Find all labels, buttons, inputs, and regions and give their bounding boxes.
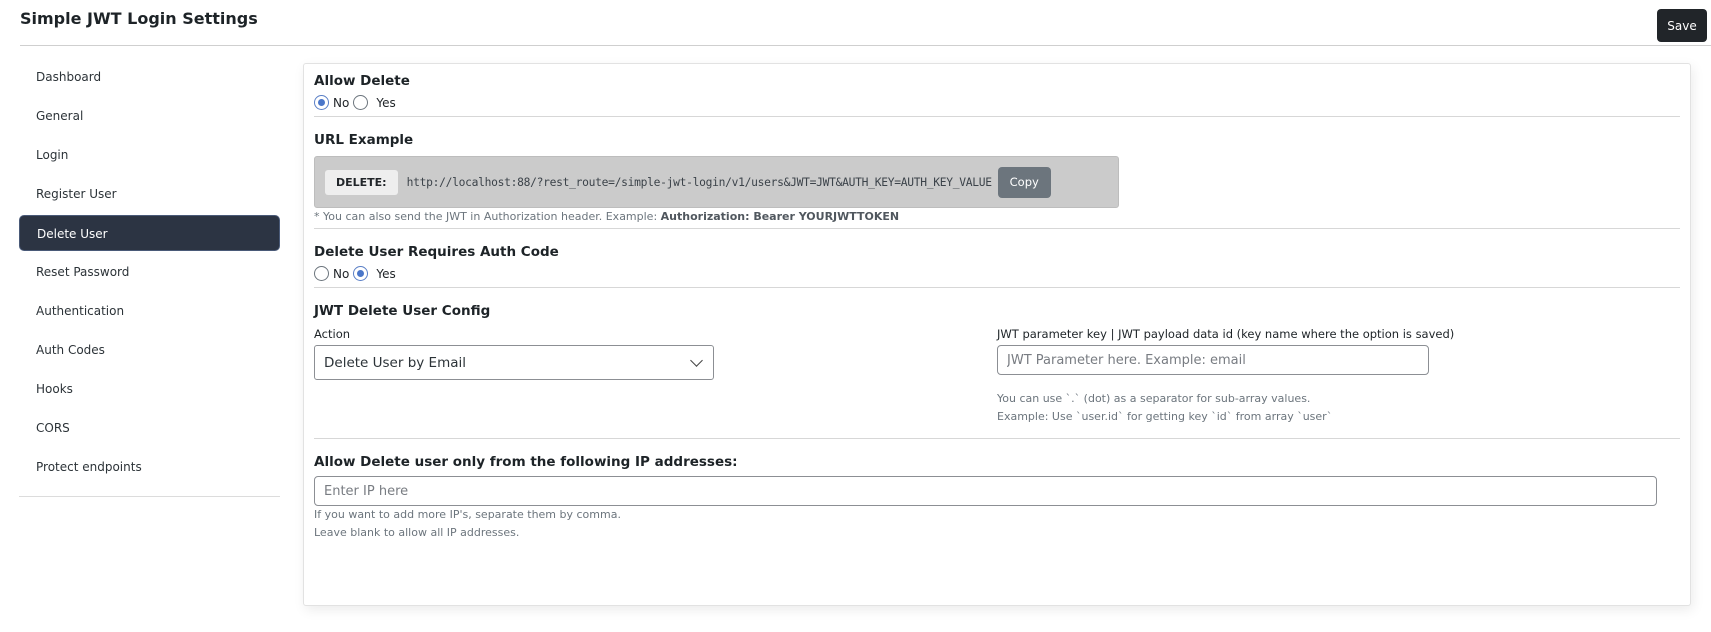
- allow-delete-yes-radio[interactable]: [353, 95, 369, 110]
- top-bar: Simple JWT Login Settings Save: [20, 0, 1711, 46]
- ip-help-line-2: Leave blank to allow all IP addresses.: [314, 526, 520, 539]
- allow-delete-section: Allow Delete No Yes: [314, 73, 1680, 110]
- action-select-value: Delete User by Email: [324, 354, 467, 371]
- sidebar-item-delete-user[interactable]: Delete User: [19, 215, 280, 251]
- config-row: Action Delete User by Email JWT paramete…: [314, 327, 1680, 426]
- sidebar-nav: Dashboard General Login Register User De…: [19, 59, 280, 497]
- jwt-key-label: JWT parameter key | JWT payload data id …: [997, 327, 1455, 341]
- sidebar-item-login[interactable]: Login: [19, 137, 280, 173]
- jwt-config-title: JWT Delete User Config: [314, 303, 491, 319]
- jwt-config-section: JWT Delete User Config Action Delete Use…: [314, 303, 1680, 426]
- requires-auth-code-yes-label: Yes: [376, 266, 396, 281]
- divider: [314, 287, 1680, 288]
- page-title: Simple JWT Login Settings: [20, 9, 258, 28]
- copy-url-button[interactable]: Copy: [997, 166, 1051, 198]
- sidebar-item-protect-endpoints[interactable]: Protect endpoints: [19, 449, 280, 485]
- allow-delete-no-radio[interactable]: [314, 95, 329, 110]
- http-method-badge: DELETE:: [325, 169, 398, 195]
- jwt-key-column: JWT parameter key | JWT payload data id …: [997, 327, 1454, 426]
- sidebar-item-reset-password[interactable]: Reset Password: [19, 254, 280, 290]
- sidebar-item-dashboard[interactable]: Dashboard: [19, 59, 280, 95]
- requires-auth-code-no-label: No: [333, 266, 350, 281]
- divider: [314, 438, 1680, 439]
- ip-restriction-title: Allow Delete user only from the followin…: [314, 454, 738, 470]
- url-example-title: URL Example: [314, 132, 414, 148]
- allow-delete-title: Allow Delete: [314, 73, 410, 89]
- requires-auth-code-no-radio[interactable]: [314, 266, 329, 281]
- url-example-box: DELETE: http://localhost:88/?rest_route=…: [314, 156, 1119, 208]
- jwt-key-input[interactable]: [997, 345, 1429, 375]
- hint-text: * You can also send the JWT in Authoriza…: [314, 210, 661, 223]
- requires-auth-code-title: Delete User Requires Auth Code: [314, 244, 559, 260]
- sidebar-item-register-user[interactable]: Register User: [19, 176, 280, 212]
- allow-delete-radio-group: No Yes: [314, 95, 1680, 110]
- requires-auth-code-section: Delete User Requires Auth Code No Yes: [314, 244, 1680, 281]
- ip-help-line-1: If you want to add more IP's, separate t…: [314, 508, 621, 521]
- hint-example: Authorization: Bearer YOURJWTTOKEN: [660, 210, 900, 223]
- requires-auth-code-yes-radio[interactable]: [353, 266, 369, 281]
- jwt-key-help: You can use `.` (dot) as a separator for…: [997, 390, 1454, 426]
- save-button[interactable]: Save: [1657, 9, 1707, 42]
- jwt-key-help-line-2: Example: Use `user.id` for getting key `…: [997, 410, 1333, 423]
- sidebar-item-general[interactable]: General: [19, 98, 280, 134]
- ip-address-input[interactable]: [314, 476, 1657, 506]
- url-example-section: URL Example DELETE: http://localhost:88/…: [314, 132, 1680, 223]
- action-column: Action Delete User by Email: [314, 327, 997, 426]
- ip-help: If you want to add more IP's, separate t…: [314, 506, 1680, 542]
- allow-delete-no-label: No: [333, 95, 350, 110]
- url-example-text: http://localhost:88/?rest_route=/simple-…: [406, 175, 992, 189]
- divider: [314, 228, 1680, 229]
- requires-auth-code-radio-group: No Yes: [314, 266, 1680, 281]
- allow-delete-yes-label: Yes: [376, 95, 396, 110]
- authorization-header-hint: * You can also send the JWT in Authoriza…: [314, 210, 1680, 223]
- sidebar-item-authentication[interactable]: Authentication: [19, 293, 280, 329]
- sidebar-item-auth-codes[interactable]: Auth Codes: [19, 332, 280, 368]
- sidebar-item-hooks[interactable]: Hooks: [19, 371, 280, 407]
- action-label: Action: [314, 327, 351, 341]
- chevron-down-icon: [690, 353, 703, 367]
- settings-card: Allow Delete No Yes URL Example DELETE: …: [303, 63, 1691, 606]
- action-select[interactable]: Delete User by Email: [314, 345, 714, 380]
- divider: [314, 116, 1680, 117]
- jwt-key-help-line-1: You can use `.` (dot) as a separator for…: [997, 392, 1311, 405]
- ip-restriction-section: Allow Delete user only from the followin…: [314, 454, 1680, 542]
- sidebar-item-cors[interactable]: CORS: [19, 410, 280, 446]
